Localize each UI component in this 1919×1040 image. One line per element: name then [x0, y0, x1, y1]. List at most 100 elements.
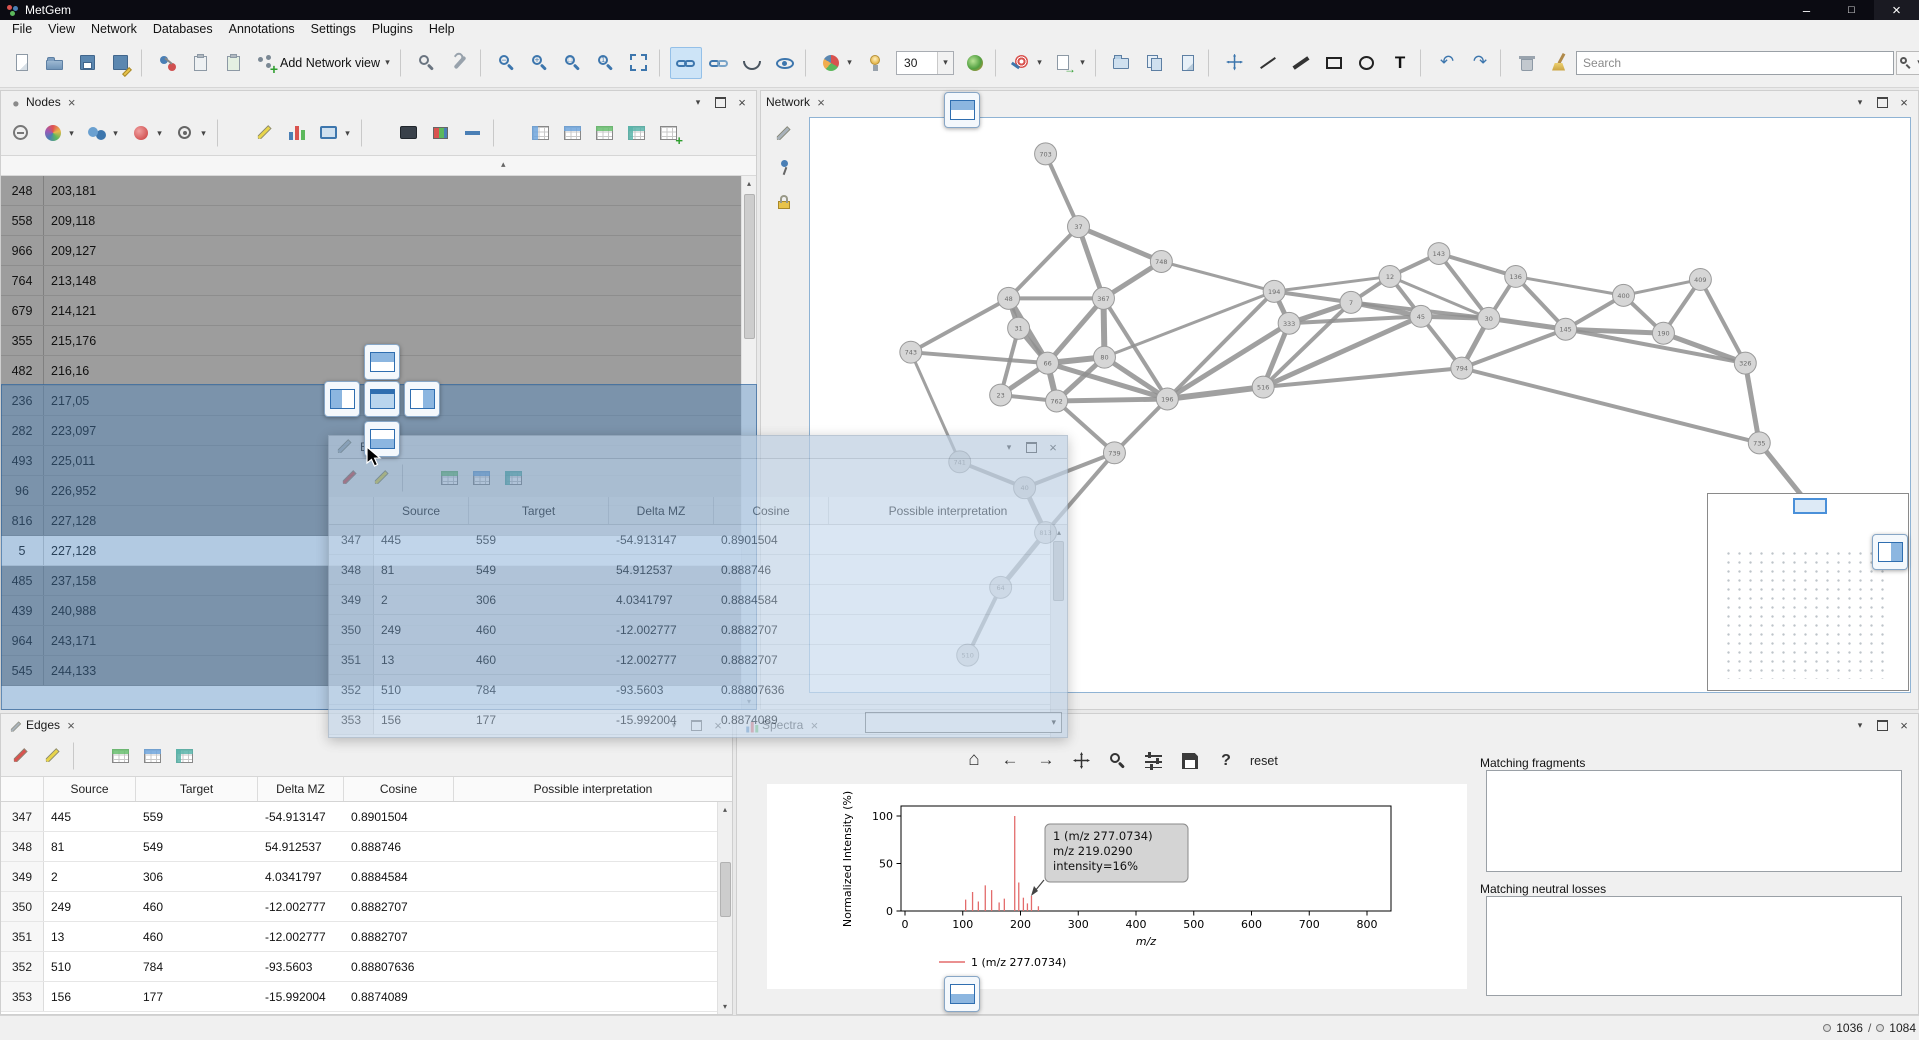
- menu-item[interactable]: Plugins: [364, 21, 421, 37]
- edge-source[interactable]: 249: [44, 892, 136, 921]
- menu-item[interactable]: Network: [83, 21, 145, 37]
- edge-source[interactable]: 510: [44, 952, 136, 981]
- edge-delta-mz[interactable]: -12.002777: [258, 922, 344, 951]
- edge-cosine[interactable]: 0.8884584: [344, 862, 454, 891]
- spectrum-plot[interactable]: 0100200300400500600700800050100m/zNormal…: [767, 784, 1467, 989]
- search-tool-button[interactable]: [411, 47, 443, 79]
- restore-table-button[interactable]: [170, 742, 200, 770]
- remove-column-button[interactable]: [6, 119, 36, 147]
- matching-fragments-box[interactable]: [1486, 770, 1902, 872]
- add-text-tool-button[interactable]: [1384, 47, 1416, 79]
- menu-item[interactable]: File: [4, 21, 40, 37]
- minimize-button[interactable]: [1784, 0, 1829, 20]
- annotate-pin-button[interactable]: [769, 155, 799, 181]
- highlight-yellow-button[interactable]: [367, 464, 397, 492]
- draw-arrow-tool-button[interactable]: [1285, 47, 1317, 79]
- draw-rectangle-tool-button[interactable]: [1318, 47, 1350, 79]
- clear-annotations-button[interactable]: [1544, 47, 1576, 79]
- link-selection-button[interactable]: [703, 47, 735, 79]
- fit-view-button[interactable]: [623, 47, 655, 79]
- menu-item[interactable]: Databases: [145, 21, 221, 37]
- network-panel-header[interactable]: Network: [761, 91, 1918, 113]
- nodes-table-header[interactable]: [1, 156, 756, 176]
- edge-row[interactable]: 351 13 460 -12.002777 0.8882707: [1, 922, 717, 952]
- edge-cosine[interactable]: 0.8882707: [344, 892, 454, 921]
- dropdown-caret-icon[interactable]: [383, 57, 392, 68]
- edge-delta-mz[interactable]: -54.913147: [258, 802, 344, 831]
- edge-interpretation[interactable]: [454, 922, 717, 951]
- node-row[interactable]: 558 209,118: [1, 206, 741, 236]
- freeze-row-button[interactable]: [467, 464, 497, 492]
- dropdown-caret-icon[interactable]: [199, 128, 208, 139]
- edge-cosine[interactable]: 0.8901504: [344, 802, 454, 831]
- highlight-red-button[interactable]: [335, 464, 365, 492]
- highlight-yellow-button[interactable]: [250, 119, 280, 147]
- highlight-red-button[interactable]: [6, 742, 36, 770]
- open-project-button[interactable]: [39, 47, 71, 79]
- edge-row[interactable]: 349 2 306 4.0341797 0.8884584: [1, 862, 717, 892]
- edge-row-id[interactable]: 353: [1, 982, 44, 1011]
- dock-indicator-top[interactable]: [364, 344, 400, 380]
- delete-annotations-button[interactable]: [1511, 47, 1543, 79]
- draw-ellipse-tool-button[interactable]: [1351, 47, 1383, 79]
- edge-target[interactable]: 460: [136, 892, 258, 921]
- export-database-button[interactable]: [1172, 47, 1204, 79]
- draw-line-tool-button[interactable]: [1252, 47, 1284, 79]
- node-mz-value[interactable]: 209,127: [44, 236, 741, 265]
- link-views-button[interactable]: [670, 47, 702, 79]
- spectrum-figure[interactable]: 0100200300400500600700800050100m/zNormal…: [767, 784, 1467, 989]
- dock-indicator-right[interactable]: [404, 381, 440, 417]
- node-row[interactable]: 764 213,148: [1, 266, 741, 296]
- mapping-button[interactable]: [1006, 47, 1048, 79]
- freeze-row-button[interactable]: [558, 119, 588, 147]
- hide-isolated-nodes-button[interactable]: [736, 47, 768, 79]
- matching-neutral-losses-box[interactable]: [1486, 896, 1902, 996]
- dock-indicator-edge-bottom[interactable]: [944, 976, 980, 1012]
- edge-interpretation[interactable]: [454, 832, 717, 861]
- node-row-id[interactable]: 966: [1, 236, 44, 265]
- edge-row[interactable]: 348 81 549 54.912537 0.888746: [1, 832, 717, 862]
- show-all-columns-button[interactable]: [106, 742, 136, 770]
- node-row-id[interactable]: 764: [1, 266, 44, 295]
- new-project-button[interactable]: [6, 47, 38, 79]
- save-project-as-button[interactable]: [105, 47, 137, 79]
- show-all-nodes-button[interactable]: [769, 47, 801, 79]
- redo-button[interactable]: [1464, 47, 1496, 79]
- ghost-float-button[interactable]: [1022, 439, 1040, 455]
- edge-delta-mz[interactable]: -15.992004: [258, 982, 344, 1011]
- process-file-button[interactable]: [152, 47, 184, 79]
- subplots-button[interactable]: [1142, 748, 1166, 774]
- edge-source[interactable]: 156: [44, 982, 136, 1011]
- export-view-button[interactable]: [1049, 47, 1091, 79]
- home-button[interactable]: [962, 748, 986, 774]
- freeze-row-button[interactable]: [138, 742, 168, 770]
- zoom-in-button[interactable]: [524, 47, 556, 79]
- edge-cosine[interactable]: 0.8874089: [344, 982, 454, 1011]
- maximize-button[interactable]: [1829, 0, 1874, 20]
- highlight-selection-button[interactable]: [82, 119, 124, 147]
- edges-scrollbar[interactable]: [717, 802, 732, 1014]
- import-metadata-button[interactable]: [185, 47, 217, 79]
- help-button[interactable]: [1214, 748, 1238, 774]
- node-mz-value[interactable]: 214,121: [44, 296, 741, 325]
- edge-delta-mz[interactable]: -12.002777: [258, 892, 344, 921]
- edge-row[interactable]: 347 445 559 -54.913147 0.8901504: [1, 802, 717, 832]
- scrollbar-thumb[interactable]: [744, 194, 755, 339]
- edges-column-header[interactable]: Source: [44, 777, 136, 801]
- network-float-button[interactable]: [1873, 94, 1891, 110]
- scroll-up-icon[interactable]: [742, 176, 756, 191]
- forward-button[interactable]: [1034, 748, 1058, 774]
- node-row-id[interactable]: 355: [1, 326, 44, 355]
- edge-source[interactable]: 81: [44, 832, 136, 861]
- edges-column-header[interactable]: Cosine: [344, 777, 454, 801]
- save-figure-button[interactable]: [1178, 748, 1202, 774]
- edge-target[interactable]: 549: [136, 832, 258, 861]
- ghost-menu-button[interactable]: [1000, 439, 1018, 455]
- dock-indicator-center[interactable]: [364, 381, 400, 417]
- node-mz-value[interactable]: 213,148: [44, 266, 741, 295]
- nodes-menu-button[interactable]: [689, 94, 707, 110]
- dock-indicator-edge-right[interactable]: [1872, 534, 1908, 570]
- node-size-spinner[interactable]: 30: [892, 47, 958, 79]
- edge-cosine[interactable]: 0.88807636: [344, 952, 454, 981]
- search-button[interactable]: [1896, 51, 1919, 75]
